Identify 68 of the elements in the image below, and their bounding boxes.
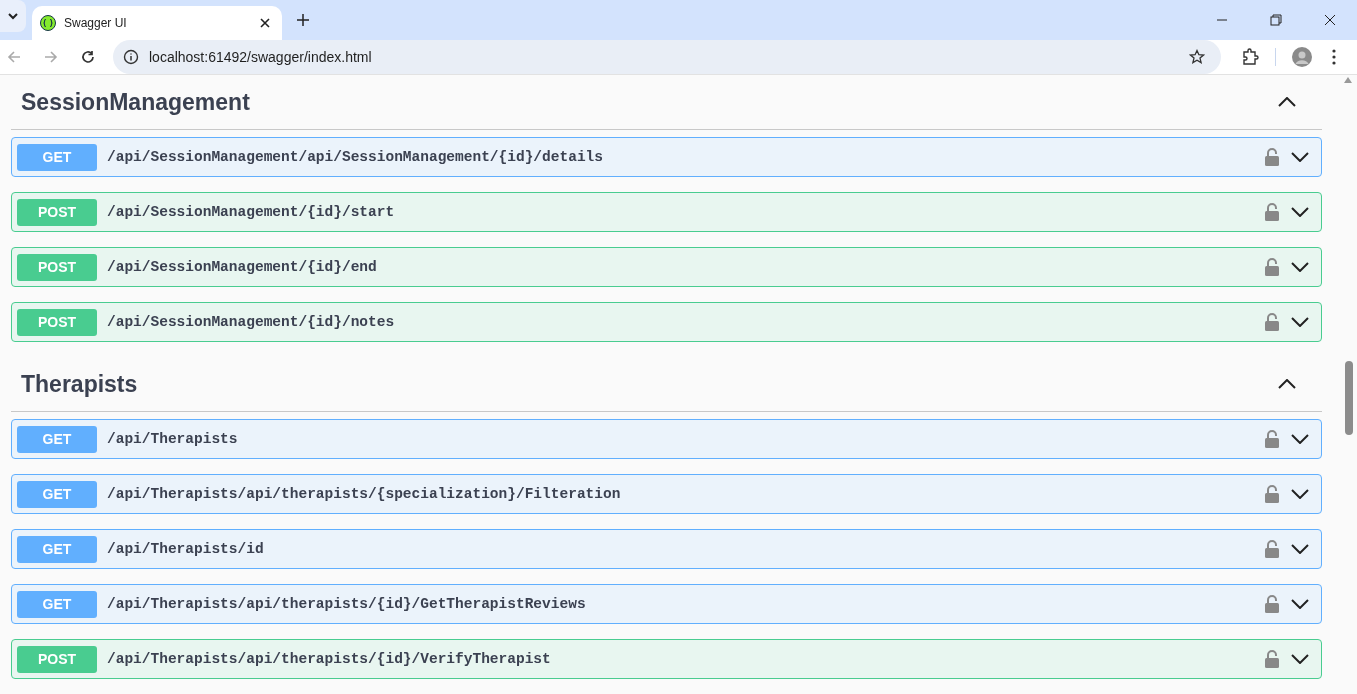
endpoint-path: /api/Therapists/api/therapists/{id}/VerifyTherapist (107, 651, 552, 667)
lock-icon[interactable] (1265, 650, 1279, 668)
chevron-down-icon[interactable] (1291, 654, 1309, 664)
tab-title: Swagger UI (64, 16, 128, 30)
method-badge: GET (17, 143, 97, 171)
close-window-icon[interactable] (1324, 14, 1336, 26)
address-bar[interactable]: localhost:61492/swagger/index.html (113, 40, 1221, 74)
section-title[interactable]: Therapists (21, 370, 138, 398)
method-badge: GET (17, 590, 97, 618)
section-title[interactable]: SessionManagement (21, 88, 250, 116)
lock-icon[interactable] (1265, 203, 1279, 221)
endpoint-row[interactable]: GET /api/Therapists/id (11, 529, 1322, 569)
swagger-logo-icon (40, 15, 56, 31)
browser-tab[interactable]: Swagger UI (32, 6, 282, 40)
method-badge: POST (17, 645, 97, 673)
endpoint-path: /api/SessionManagement/api/SessionManagement/{id}/details (107, 149, 604, 165)
chevron-down-icon[interactable] (1291, 152, 1309, 162)
chevron-down-icon[interactable] (1291, 544, 1309, 554)
star-icon[interactable] (1189, 49, 1205, 65)
endpoint-row[interactable]: GET /api/SessionManagement/api/SessionManagement/{id}/details (11, 137, 1322, 177)
scroll-up-icon[interactable] (1344, 77, 1352, 83)
method-badge: GET (17, 425, 97, 453)
endpoint-path: /api/SessionManagement/{id}/notes (107, 314, 396, 330)
puzzle-piece-icon[interactable] (1241, 48, 1259, 66)
endpoint-path: /api/SessionManagement/{id}/start (107, 204, 396, 220)
chevron-down-icon[interactable] (1291, 599, 1309, 609)
endpoint-row[interactable]: GET /api/Therapists (11, 419, 1322, 459)
more-vertical-icon[interactable] (1332, 49, 1336, 65)
info-icon[interactable] (123, 49, 139, 65)
lock-icon[interactable] (1265, 148, 1279, 166)
method-badge: GET (17, 480, 97, 508)
lock-icon[interactable] (1265, 540, 1279, 558)
lock-icon[interactable] (1265, 485, 1279, 503)
url-text: localhost:61492/swagger/index.html (149, 49, 372, 65)
endpoint-row[interactable]: POST /api/SessionManagement/{id}/end (11, 247, 1322, 287)
lock-icon[interactable] (1265, 595, 1279, 613)
endpoint-path: /api/Therapists (107, 431, 239, 447)
chevron-down-icon[interactable] (1291, 489, 1309, 499)
avatar-icon[interactable] (1292, 47, 1312, 67)
lock-icon[interactable] (1265, 258, 1279, 276)
endpoint-row[interactable]: POST /api/SessionManagement/{id}/notes (11, 302, 1322, 342)
method-badge: POST (17, 308, 97, 336)
endpoint-path: /api/Therapists/api/therapists/{id}/GetTherapistReviews (107, 596, 587, 612)
new-tab-icon[interactable] (297, 14, 309, 26)
chevron-down-icon[interactable] (1291, 262, 1309, 272)
chevron-down-icon[interactable] (1291, 207, 1309, 217)
tab-list-button[interactable] (0, 0, 26, 32)
method-badge: POST (17, 253, 97, 281)
reload-icon[interactable] (81, 50, 95, 64)
chevron-up-icon[interactable] (1278, 379, 1296, 389)
scrollbar-thumb[interactable] (1345, 361, 1353, 435)
endpoint-path: /api/SessionManagement/{id}/end (107, 259, 378, 275)
chevron-up-icon[interactable] (1278, 97, 1296, 107)
chevron-down-icon[interactable] (1291, 434, 1309, 444)
endpoint-path: /api/Therapists/id (107, 541, 265, 557)
endpoint-row[interactable]: GET /api/Therapists/api/therapists/{specialization}/Filteration (11, 474, 1322, 514)
endpoint-path: /api/Therapists/api/therapists/{specialization}/Filteration (107, 486, 622, 502)
endpoint-row[interactable]: POST /api/Therapists/api/therapists/{id}/VerifyTherapist (11, 639, 1322, 679)
endpoint-row[interactable]: GET /api/Therapists/api/therapists/{id}/GetTherapistReviews (11, 584, 1322, 624)
close-icon[interactable] (260, 18, 270, 28)
lock-icon[interactable] (1265, 430, 1279, 448)
endpoint-row[interactable]: POST /api/SessionManagement/{id}/start (11, 192, 1322, 232)
method-badge: GET (17, 535, 97, 563)
restore-icon[interactable] (1270, 14, 1282, 26)
lock-icon[interactable] (1265, 313, 1279, 331)
method-badge: POST (17, 198, 97, 226)
chevron-down-icon[interactable] (1291, 317, 1309, 327)
chevron-down-icon (7, 10, 19, 22)
